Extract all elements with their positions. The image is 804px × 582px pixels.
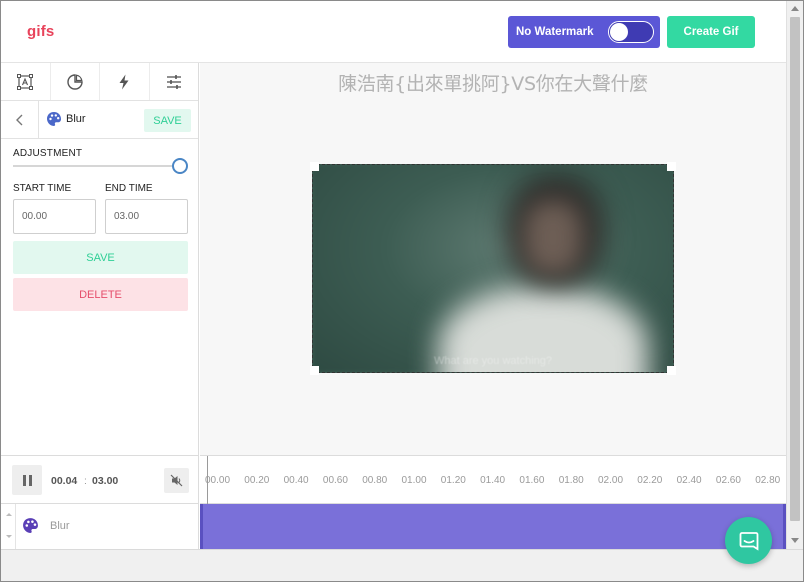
app-logo[interactable]: gifs — [27, 23, 54, 40]
tool-tabs — [1, 63, 198, 101]
timeline-ruler[interactable]: 00.00 00.20 00.40 00.60 00.80 01.00 01.20 01.40… — [200, 455, 786, 504]
save-button[interactable]: SAVE — [13, 241, 188, 274]
scroll-up-arrow-icon[interactable] — [791, 6, 799, 11]
adjustment-slider-handle[interactable] — [172, 158, 188, 174]
editor-canvas: 陳浩南{出來單挑阿}VS你在大聲什麼 What are you watching… — [200, 63, 786, 455]
effects-bolt-icon — [119, 74, 129, 89]
ruler-tick-label: 00.40 — [283, 475, 309, 486]
ruler-tick-label: 01.60 — [519, 475, 545, 486]
ruler-tick-label: 01.40 — [480, 475, 506, 486]
back-button[interactable] — [1, 101, 39, 138]
layer-up-arrow-icon — [6, 513, 12, 516]
ruler-tick-label: 00.80 — [362, 475, 388, 486]
delete-button[interactable]: DELETE — [13, 278, 188, 311]
text-box-icon — [17, 73, 34, 90]
tab-adjust[interactable] — [150, 63, 199, 100]
palette-icon — [23, 518, 38, 533]
toggle-knob — [610, 23, 628, 41]
end-time-input[interactable]: 03.00 — [105, 199, 188, 234]
tab-sticker[interactable] — [51, 63, 100, 100]
blur-panel-header: Blur SAVE — [1, 101, 198, 139]
video-preview[interactable]: What are you watching? — [312, 164, 674, 373]
playback-controls: 00.04 : 03.00 — [1, 455, 199, 504]
video-title: 陳浩南{出來單挑阿}VS你在大聲什麼 — [338, 73, 648, 95]
app-window: gifs No Watermark Create Gif Blur SAVE A… — [0, 0, 804, 582]
vertical-scrollbar[interactable] — [786, 1, 803, 549]
blur-effect-track[interactable] — [200, 504, 786, 549]
total-time: 03.00 — [92, 475, 119, 487]
layer-row[interactable]: Blur — [1, 504, 199, 549]
bottom-scroll-area — [1, 549, 803, 581]
ruler-tick-label: 02.20 — [637, 475, 663, 486]
current-time: 00.04 — [51, 475, 78, 487]
end-time-label: END TIME — [105, 183, 153, 194]
resize-handle-bottom-right[interactable] — [667, 366, 676, 375]
pause-button[interactable] — [12, 465, 42, 495]
pause-icon — [22, 474, 26, 486]
ruler-tick-label: 02.00 — [598, 475, 624, 486]
layer-drag-handle[interactable] — [1, 504, 16, 549]
volume-mute-icon — [170, 474, 183, 487]
layer-down-arrow-icon — [6, 535, 12, 538]
top-header: gifs No Watermark Create Gif — [1, 1, 803, 63]
edit-sidebar: Blur SAVE ADJUSTMENT START TIME END TIME… — [1, 63, 199, 455]
mute-button[interactable] — [164, 468, 189, 493]
time-separator: : — [84, 475, 87, 487]
ruler-tick-label: 02.80 — [755, 475, 781, 486]
ruler-tick-label: 00.60 — [322, 475, 348, 486]
resize-handle-bottom-left[interactable] — [310, 366, 319, 375]
ruler-tick-label: 00.20 — [244, 475, 270, 486]
track-end-handle[interactable] — [783, 504, 786, 549]
start-time-label: START TIME — [13, 183, 72, 194]
adjustment-label: ADJUSTMENT — [13, 148, 83, 159]
start-time-input[interactable]: 00.00 — [13, 199, 96, 234]
video-subject-face — [523, 200, 583, 275]
adjust-sliders-icon — [166, 74, 181, 89]
ruler-tick-label: 02.40 — [676, 475, 702, 486]
ruler-tick-label: 01.00 — [401, 475, 427, 486]
adjustment-slider-track[interactable] — [13, 165, 179, 167]
tab-effects[interactable] — [100, 63, 150, 100]
scrollbar-thumb[interactable] — [790, 17, 800, 521]
resize-handle-top-right[interactable] — [667, 162, 676, 171]
save-small-button[interactable]: SAVE — [144, 109, 191, 132]
ruler-tick-label: 01.80 — [558, 475, 584, 486]
watermark-toggle[interactable] — [608, 21, 654, 43]
create-gif-button[interactable]: Create Gif — [667, 16, 755, 48]
no-watermark-button[interactable]: No Watermark — [508, 16, 660, 48]
tab-text[interactable] — [1, 63, 51, 100]
ruler-tick-label: 01.20 — [440, 475, 466, 486]
no-watermark-label: No Watermark — [516, 26, 594, 38]
palette-icon — [47, 112, 61, 126]
layer-label: Blur — [50, 520, 70, 532]
ruler-tick-label: 02.60 — [715, 475, 741, 486]
scroll-down-arrow-icon[interactable] — [791, 538, 799, 543]
pause-icon-bar — [28, 474, 32, 486]
chat-button[interactable] — [725, 517, 772, 564]
track-start-handle[interactable] — [200, 504, 203, 549]
video-subtitle: What are you watching? — [433, 355, 552, 367]
sticker-icon — [67, 73, 83, 90]
chat-bubble-icon — [739, 531, 758, 551]
panel-title: Blur — [66, 113, 86, 125]
ruler-tick-label: 00.00 — [205, 475, 231, 486]
chevron-left-icon — [15, 114, 22, 125]
resize-handle-top-left[interactable] — [310, 162, 319, 171]
